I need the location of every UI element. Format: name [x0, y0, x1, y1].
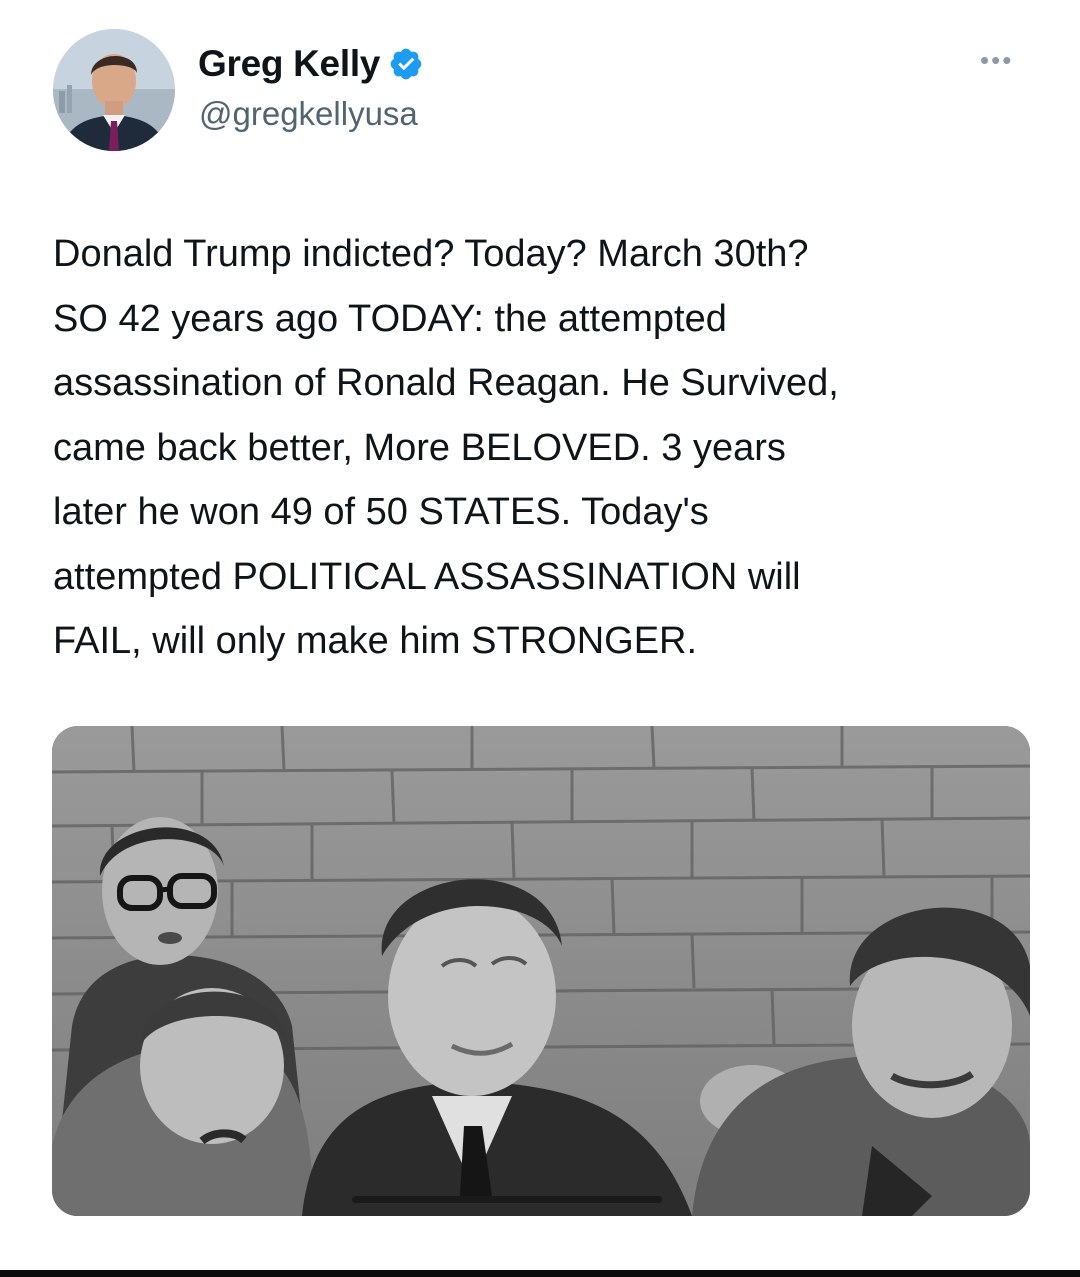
author-name-row: Greg Kelly [198, 40, 424, 88]
bottom-divider [0, 1270, 1080, 1277]
tweet-card: Greg Kelly @gregkellyusa ••• Donald Trum… [0, 0, 1080, 1270]
verified-badge-icon [388, 46, 424, 82]
media-progress-indicator [352, 1196, 662, 1203]
more-dots-icon[interactable]: ••• [980, 47, 1013, 73]
author-display-name[interactable]: Greg Kelly [198, 43, 380, 85]
tweet-text: Donald Trump indicted? Today? March 30th… [53, 233, 839, 662]
tweet-photo[interactable] [52, 726, 1030, 1216]
author-handle[interactable]: @gregkellyusa [199, 95, 418, 133]
author-avatar[interactable] [53, 29, 175, 151]
